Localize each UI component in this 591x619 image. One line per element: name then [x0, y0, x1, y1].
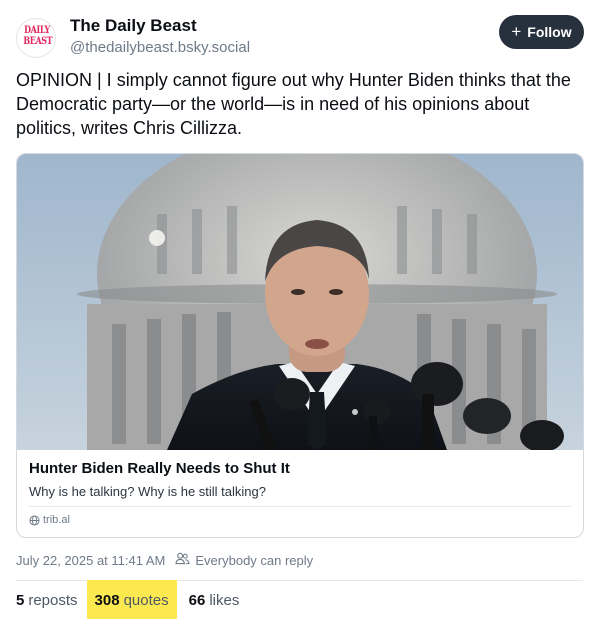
- author-handle[interactable]: @thedailybeast.bsky.social: [70, 39, 250, 56]
- link-card-description: Why is he talking? Why is he still talki…: [29, 484, 266, 499]
- quotes-count: 308: [94, 591, 120, 609]
- author-name[interactable]: The Daily Beast: [70, 16, 197, 36]
- post-timestamp[interactable]: July 22, 2025 at 11:41 AM: [16, 553, 165, 568]
- plus-icon: +: [511, 21, 522, 41]
- reply-setting[interactable]: Everybody can reply: [175, 552, 313, 568]
- post-meta: July 22, 2025 at 11:41 AM Everybody can …: [16, 552, 313, 568]
- reply-setting-label: Everybody can reply: [195, 552, 314, 568]
- globe-icon: [29, 514, 40, 526]
- post-text: OPINION | I simply cannot figure out why…: [16, 70, 571, 138]
- link-card-divider: [29, 506, 571, 507]
- likes-stat[interactable]: 66 likes: [189, 580, 240, 619]
- link-card[interactable]: Hunter Biden Really Needs to Shut It Why…: [16, 153, 584, 538]
- reposts-count: 5: [16, 591, 25, 609]
- reposts-label: reposts: [28, 591, 78, 609]
- quotes-label: quotes: [123, 591, 169, 609]
- capitol-speaker-photo: [17, 154, 583, 450]
- link-card-image: [17, 154, 583, 450]
- reposts-stat[interactable]: 5 reposts: [16, 580, 78, 619]
- quotes-stat[interactable]: 308 quotes: [86, 580, 177, 619]
- avatar[interactable]: DAILY BEAST: [16, 18, 56, 58]
- people-icon: [175, 552, 190, 568]
- post-stats: 5 reposts 308 quotes 66 likes: [16, 580, 239, 619]
- link-card-title: Hunter Biden Really Needs to Shut It: [29, 460, 290, 477]
- follow-label: Follow: [527, 24, 572, 40]
- likes-count: 66: [188, 591, 206, 609]
- likes-label: likes: [209, 591, 240, 609]
- daily-beast-logo: DAILY BEAST: [23, 25, 53, 47]
- link-card-domain: trib.al: [29, 514, 70, 526]
- follow-button[interactable]: + Follow: [499, 15, 584, 49]
- post-header: DAILY BEAST The Daily Beast @thedailybea…: [16, 14, 584, 62]
- link-card-domain-text: trib.al: [43, 514, 70, 526]
